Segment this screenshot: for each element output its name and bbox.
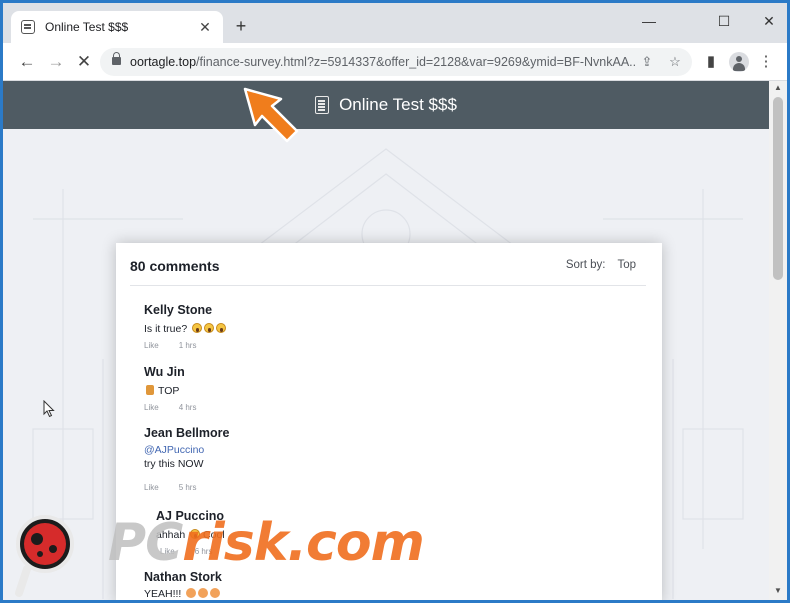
document-icon — [21, 20, 35, 34]
watermark-text: PCrisk.com — [108, 513, 425, 573]
comment-text: try this NOW — [144, 458, 204, 470]
like-link[interactable]: Like — [144, 341, 159, 350]
sort-control[interactable]: Sort by: Top — [566, 259, 636, 271]
comment-meta: Like 1 hrs — [144, 341, 624, 350]
scroll-up-icon[interactable]: ▲ — [773, 83, 783, 92]
url-text[interactable]: oortagle.top/finance-survey.html?z=59143… — [130, 55, 635, 69]
comment-item: Wu Jin TOP Like 4 hrs — [144, 365, 624, 412]
like-link[interactable]: Like — [144, 483, 159, 492]
site-title: Online Test $$$ — [339, 95, 457, 114]
comment-time: 5 hrs — [178, 483, 197, 492]
scroll-thumb[interactable] — [773, 97, 783, 280]
medal-icon — [146, 385, 154, 395]
new-tab-button[interactable]: + — [231, 16, 251, 36]
comment-author[interactable]: Wu Jin — [144, 365, 624, 379]
back-button[interactable]: ← — [15, 51, 39, 73]
comment-meta: Like 4 hrs — [144, 403, 624, 412]
scroll-down-icon[interactable]: ▼ — [773, 586, 783, 595]
tab-close-icon[interactable]: ✕ — [197, 19, 213, 36]
browser-tab[interactable]: Online Test $$$ ✕ — [11, 11, 223, 43]
comment-time: 4 hrs — [178, 403, 197, 412]
screaming-face-icon — [204, 323, 215, 333]
maximize-button[interactable]: ☐ — [709, 9, 739, 33]
orange-arrow-icon — [243, 87, 299, 143]
magnifier-logo-icon — [15, 515, 74, 597]
sidebar-icon[interactable]: ▮ — [701, 52, 721, 72]
share-icon[interactable]: ⇪ — [638, 53, 656, 71]
close-window-button[interactable]: ✕ — [754, 9, 784, 33]
title-bar: Online Test $$$ ✕ + — ☐ ✕ — [3, 3, 787, 43]
document-icon — [315, 96, 330, 114]
tab-title: Online Test $$$ — [45, 20, 129, 34]
comment-time: 1 hrs — [178, 341, 197, 350]
sort-value[interactable]: Top — [617, 259, 636, 271]
comment-text: TOP — [144, 385, 624, 398]
page-scrollbar[interactable]: ▲ ▼ — [769, 81, 787, 600]
star-icon[interactable]: ☆ — [666, 53, 684, 71]
forward-button[interactable]: → — [44, 51, 68, 73]
sort-label: Sort by: — [565, 259, 606, 271]
site-header: Online Test $$$ — [3, 81, 769, 129]
comment-mention[interactable]: @AJPuccino — [144, 444, 624, 456]
comment-author[interactable]: Kelly Stone — [144, 303, 624, 317]
screaming-face-icon — [192, 323, 203, 333]
comment-item: Jean Bellmore @AJPuccino try this NOW Li… — [144, 426, 624, 492]
comment-text: Is it true? — [144, 323, 624, 336]
profile-icon[interactable] — [729, 52, 749, 72]
address-bar[interactable]: oortagle.top/finance-survey.html?z=59143… — [100, 48, 692, 76]
url-host: oortagle.top — [130, 55, 197, 69]
pcrisk-watermark: PCrisk.com — [13, 503, 453, 600]
comments-count: 80 comments — [130, 258, 220, 274]
screaming-face-icon — [216, 323, 227, 333]
minimize-button[interactable]: — — [634, 9, 664, 33]
comment-author[interactable]: Jean Bellmore — [144, 426, 624, 440]
comments-header: 80 comments Sort by: Top — [130, 258, 646, 286]
browser-toolbar: ← → ✕ oortagle.top/finance-survey.html?z… — [3, 43, 787, 81]
mouse-cursor-icon — [43, 400, 55, 418]
url-path: /finance-survey.html?z=5914337&offer_id=… — [196, 55, 635, 69]
comment-item: Kelly Stone Is it true? Like 1 hrs — [144, 303, 624, 350]
browser-window: Online Test $$$ ✕ + — ☐ ✕ ← → ✕ oortagle… — [0, 0, 790, 603]
comment-meta: Like 5 hrs — [144, 483, 624, 492]
lock-icon[interactable] — [112, 52, 121, 65]
stop-loading-button[interactable]: ✕ — [72, 51, 96, 73]
kebab-menu-icon[interactable]: ⋮ — [756, 52, 776, 72]
like-link[interactable]: Like — [144, 403, 159, 412]
